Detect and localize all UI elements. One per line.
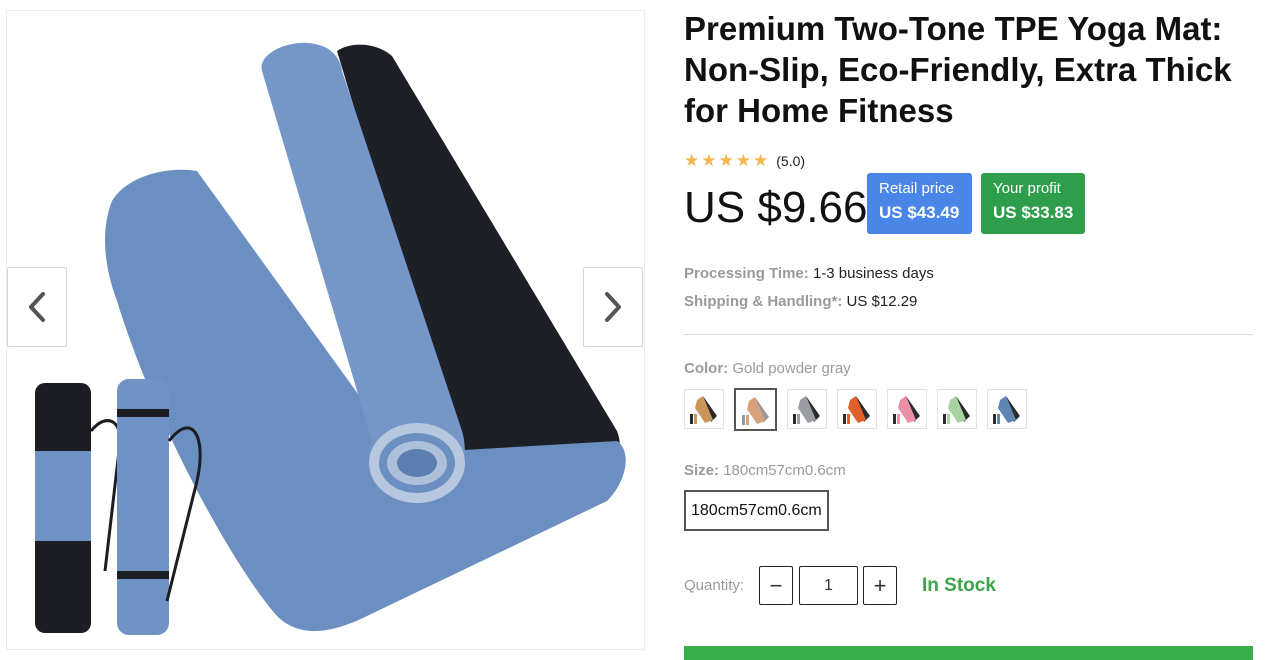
- rating-value: (5.0): [776, 153, 806, 169]
- quantity-increase-button[interactable]: +: [863, 566, 897, 605]
- quantity-label: Quantity:: [684, 577, 745, 594]
- star-icon: ★: [684, 151, 700, 170]
- product-rating: ★ ★ ★ ★ ★ (5.0): [684, 152, 805, 170]
- previous-image-button[interactable]: [7, 267, 67, 347]
- section-divider: [684, 334, 1253, 335]
- color-swatch[interactable]: [684, 389, 724, 429]
- plus-icon: +: [873, 572, 887, 598]
- star-icon: ★: [701, 151, 717, 170]
- shipping-handling: Shipping & Handling*: US $12.29: [684, 293, 917, 310]
- profit-label: Your profit: [993, 180, 1061, 197]
- color-swatch-thumbnail: [893, 396, 920, 424]
- color-swatch-thumbnail: [843, 396, 870, 424]
- size-selected-value: 180cm57cm0.6cm: [723, 462, 846, 479]
- yoga-mat-image: [35, 42, 626, 635]
- color-swatch[interactable]: [787, 389, 827, 429]
- color-swatch-selected[interactable]: [734, 388, 777, 431]
- next-image-button[interactable]: [583, 267, 643, 347]
- product-price: US $9.66: [684, 183, 868, 232]
- color-swatch-thumbnail: [741, 396, 769, 425]
- profit-value: US $33.83: [993, 203, 1074, 222]
- size-label: Size:: [684, 462, 720, 479]
- shipping-label: Shipping & Handling*:: [684, 293, 843, 310]
- quantity-decrease-button[interactable]: −: [759, 566, 793, 605]
- color-swatch-thumbnail: [943, 396, 970, 424]
- chevron-right-icon: [605, 292, 621, 322]
- rating-stars: ★ ★ ★ ★ ★: [684, 152, 768, 170]
- star-icon: ★: [735, 151, 751, 170]
- processing-time-value: 1-3 business days: [812, 265, 934, 282]
- quantity-input[interactable]: [799, 566, 858, 605]
- color-swatches: [684, 388, 1027, 431]
- color-label: Color:: [684, 360, 729, 377]
- minus-icon: −: [769, 572, 783, 598]
- color-swatch-thumbnail: [793, 396, 820, 424]
- color-swatch[interactable]: [987, 389, 1027, 429]
- color-swatch[interactable]: [837, 389, 877, 429]
- chevron-left-icon: [29, 292, 45, 322]
- processing-time-label: Processing Time:: [684, 265, 809, 282]
- color-swatch-thumbnail: [993, 396, 1020, 424]
- product-image-gallery: [6, 10, 645, 650]
- color-swatch[interactable]: [887, 389, 927, 429]
- stock-status: In Stock: [922, 575, 996, 596]
- processing-time: Processing Time: 1-3 business days: [684, 265, 934, 282]
- color-swatch[interactable]: [937, 389, 977, 429]
- retail-price-badge: Retail price US $43.49: [867, 173, 972, 234]
- profit-badge: Your profit US $33.83: [981, 173, 1085, 234]
- size-option-button[interactable]: 180cm57cm0.6cm: [684, 490, 829, 531]
- size-field: Size: 180cm57cm0.6cm: [684, 462, 846, 479]
- retail-price-label: Retail price: [879, 180, 955, 197]
- product-title: Premium Two-Tone TPE Yoga Mat: Non-Slip,…: [684, 10, 1232, 129]
- star-icon: ★: [718, 151, 734, 170]
- color-swatch-thumbnail: [690, 396, 717, 424]
- retail-price-value: US $43.49: [879, 203, 960, 222]
- shipping-value: US $12.29: [846, 293, 918, 310]
- add-to-store-button[interactable]: [684, 646, 1253, 660]
- star-icon: ★: [753, 151, 769, 170]
- color-selected-value: Gold powder gray: [732, 360, 851, 377]
- color-field: Color: Gold powder gray: [684, 360, 851, 377]
